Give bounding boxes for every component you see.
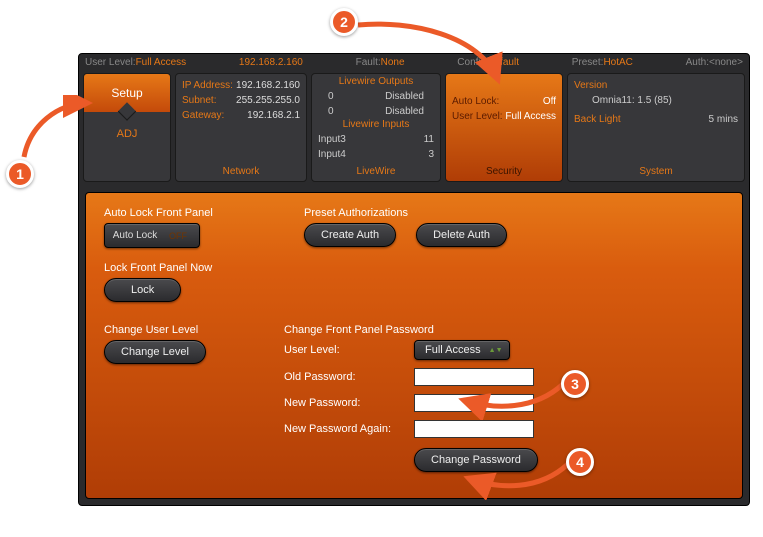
status-auth-label: Auth: bbox=[686, 57, 709, 68]
status-ip: 192.168.2.160 bbox=[239, 57, 303, 68]
new-password-input[interactable] bbox=[414, 394, 534, 412]
change-password-button[interactable]: Change Password bbox=[414, 448, 538, 472]
sec-autolock-value: Off bbox=[543, 94, 556, 109]
status-fault: Fault:None bbox=[356, 57, 405, 68]
sys-backlight-label: Back Light bbox=[574, 112, 621, 127]
userlevel-select-value: Full Access bbox=[425, 344, 481, 356]
status-userlevel-label: User Level: bbox=[85, 57, 136, 68]
delete-auth-button[interactable]: Delete Auth bbox=[416, 223, 507, 247]
setup-tab[interactable]: Setup bbox=[84, 74, 170, 112]
autolock-section-label: Auto Lock Front Panel bbox=[104, 207, 274, 219]
autolock-section: Auto Lock Front Panel Auto Lock OFF bbox=[104, 207, 274, 248]
security-card-footer: Security bbox=[446, 164, 562, 181]
setup-card[interactable]: Setup ADJ bbox=[83, 73, 171, 182]
net-ip-label: IP Address: bbox=[182, 78, 233, 93]
lw-out0-v: Disabled bbox=[385, 89, 424, 104]
userlevel-field-label: User Level: bbox=[284, 344, 414, 356]
updown-icon: ▲▼ bbox=[489, 348, 503, 353]
lw-out1-k: 0 bbox=[328, 104, 334, 119]
security-panel: Auto Lock Front Panel Auto Lock OFF Pres… bbox=[85, 192, 743, 499]
lw-out0-k: 0 bbox=[328, 89, 334, 104]
create-auth-button[interactable]: Create Auth bbox=[304, 223, 396, 247]
autolock-toggle-label: Auto Lock bbox=[109, 226, 161, 245]
old-password-input[interactable] bbox=[414, 368, 534, 386]
lw-inputs-header: Livewire Inputs bbox=[318, 119, 434, 130]
sys-version-label: Version bbox=[574, 78, 607, 93]
lw-outputs-header: Livewire Outputs bbox=[318, 76, 434, 87]
changelevel-section: Change User Level Change Level bbox=[104, 324, 254, 480]
status-config-label: Config: bbox=[457, 57, 489, 68]
lw-in3-k: Input3 bbox=[318, 132, 346, 147]
newpw-field-label: New Password: bbox=[284, 397, 414, 409]
system-card-footer: System bbox=[568, 164, 744, 181]
new-password-again-input[interactable] bbox=[414, 420, 534, 438]
presetauth-section: Preset Authorizations Create Auth Delete… bbox=[304, 207, 724, 247]
network-card[interactable]: IP Address:192.168.2.160 Subnet: 255.255.… bbox=[175, 73, 307, 182]
newpw2-field-label: New Password Again: bbox=[284, 423, 414, 435]
status-auth-value: <none> bbox=[709, 57, 743, 68]
changelevel-section-label: Change User Level bbox=[104, 324, 254, 336]
status-preset: Preset:HotAC bbox=[572, 57, 633, 68]
status-preset-label: Preset: bbox=[572, 57, 604, 68]
userlevel-select[interactable]: Full Access ▲▼ bbox=[414, 340, 510, 360]
lw-in3-v: 11 bbox=[424, 132, 434, 147]
net-ip-value: 192.168.2.160 bbox=[236, 78, 300, 93]
callout-3: 3 bbox=[561, 370, 589, 398]
security-card[interactable]: Auto Lock: Off User Level: Full Access S… bbox=[445, 73, 563, 182]
status-fault-label: Fault: bbox=[356, 57, 381, 68]
changepw-section-label: Change Front Panel Password bbox=[284, 324, 724, 336]
app-window: User Level:Full Access 192.168.2.160 Fau… bbox=[78, 53, 750, 506]
sec-userlevel-label: User Level: bbox=[452, 109, 503, 124]
sec-autolock-label: Auto Lock: bbox=[452, 94, 499, 109]
status-userlevel-value: Full Access bbox=[136, 57, 187, 68]
system-card[interactable]: Version Omnia11: 1.5 (85) Back Light 5 mi… bbox=[567, 73, 745, 182]
livewire-card-footer: LiveWire bbox=[312, 164, 440, 181]
status-auth: Auth:<none> bbox=[686, 57, 743, 68]
status-bar: User Level:Full Access 192.168.2.160 Fau… bbox=[79, 54, 749, 71]
status-config-value: default bbox=[489, 57, 519, 68]
lw-in4-v: 3 bbox=[428, 147, 434, 162]
callout-4: 4 bbox=[566, 448, 594, 476]
locknow-section: Lock Front Panel Now Lock bbox=[104, 262, 274, 302]
lw-out1-v: Disabled bbox=[385, 104, 424, 119]
livewire-card[interactable]: Livewire Outputs 0 Disabled 0 Disabled Liv… bbox=[311, 73, 441, 182]
change-level-button[interactable]: Change Level bbox=[104, 340, 206, 364]
lock-button[interactable]: Lock bbox=[104, 278, 181, 302]
callout-1: 1 bbox=[6, 160, 34, 188]
net-gateway-value: 192.168.2.1 bbox=[247, 108, 300, 123]
callout-2: 2 bbox=[330, 8, 358, 36]
net-subnet-value: 255.255.255.0 bbox=[236, 93, 300, 108]
cards-row: Setup ADJ IP Address:192.168.2.160 Subne… bbox=[79, 71, 749, 186]
presetauth-section-label: Preset Authorizations bbox=[304, 207, 724, 219]
sys-version-value: Omnia11: 1.5 (85) bbox=[574, 93, 672, 108]
sec-userlevel-value: Full Access bbox=[505, 109, 556, 124]
net-subnet-label: Subnet: bbox=[182, 93, 216, 108]
net-gateway-label: Gateway: bbox=[182, 108, 224, 123]
status-fault-value: None bbox=[381, 57, 405, 68]
sys-backlight-value: 5 mins bbox=[709, 112, 738, 127]
locknow-section-label: Lock Front Panel Now bbox=[104, 262, 274, 274]
status-config: Config:default bbox=[457, 57, 519, 68]
changepw-section: Change Front Panel Password User Level: … bbox=[284, 324, 724, 480]
lw-in4-k: Input4 bbox=[318, 147, 346, 162]
network-card-footer: Network bbox=[176, 164, 306, 181]
autolock-toggle[interactable]: Auto Lock OFF bbox=[104, 223, 200, 248]
autolock-toggle-state: OFF bbox=[161, 231, 195, 241]
oldpw-field-label: Old Password: bbox=[284, 371, 414, 383]
status-preset-value: HotAC bbox=[603, 57, 632, 68]
status-userlevel: User Level:Full Access bbox=[85, 57, 186, 68]
